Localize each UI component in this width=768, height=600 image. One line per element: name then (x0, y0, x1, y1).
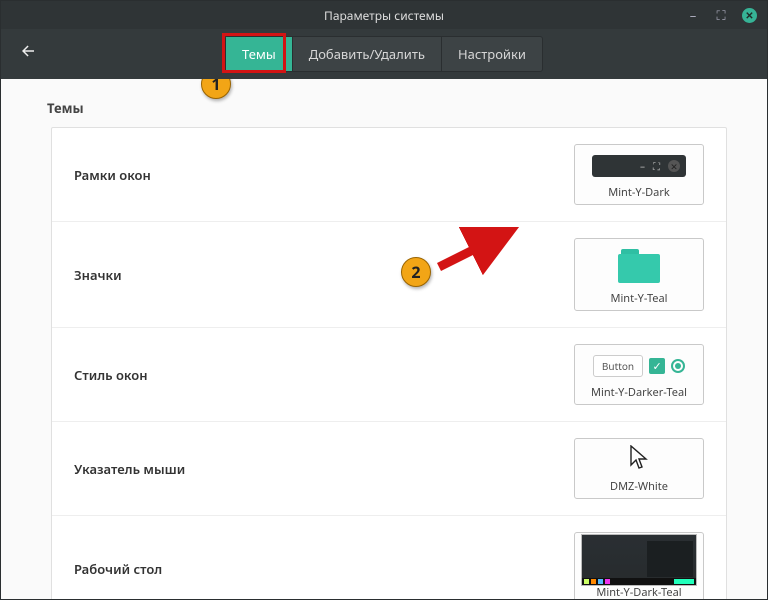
row-window-borders: Рамки окон –⛶ ✕ Mint-Y-Dark (52, 128, 726, 222)
folder-icon (618, 249, 660, 283)
back-button[interactable] (19, 42, 37, 66)
themes-panel: Рамки окон –⛶ ✕ Mint-Y-Dark Значки Mint-Y… (51, 127, 727, 599)
close-button[interactable]: ✕ (742, 8, 757, 23)
picker-mouse-pointer[interactable]: DMZ-White (574, 438, 704, 499)
row-icons: Значки Mint-Y-Teal (52, 222, 726, 328)
maximize-button[interactable]: ⛶ (714, 8, 728, 22)
content-area: 1 Темы Рамки окон –⛶ ✕ Mint-Y-Dark Значки (1, 79, 767, 599)
annotation-callout-1: 1 (201, 79, 231, 99)
picker-icons[interactable]: Mint-Y-Teal (574, 238, 704, 311)
row-label-mouse-pointer: Указатель мыши (74, 460, 185, 478)
row-desktop: Рабочий стол Mint-Y-Dark-Teal (52, 516, 726, 599)
picker-value-desktop: Mint-Y-Dark-Teal (596, 585, 681, 599)
row-label-controls: Стиль окон (74, 366, 148, 384)
preview-window-borders: –⛶ ✕ (581, 151, 697, 181)
row-mouse-pointer: Указатель мыши DMZ-White (52, 422, 726, 516)
settings-window: Параметры системы – ⛶ ✕ Темы Добавить/Уд… (0, 0, 768, 600)
minimize-icon: – (640, 159, 645, 173)
preview-icons (581, 245, 697, 287)
arrow-left-icon (19, 42, 37, 60)
button-sample: Button (593, 355, 643, 377)
window-controls: – ⛶ ✕ (686, 1, 757, 29)
window-title: Параметры системы (324, 7, 444, 24)
section-title: Темы (47, 99, 727, 117)
titlebar: Параметры системы – ⛶ ✕ (1, 1, 767, 29)
maximize-icon: ⛶ (653, 159, 660, 173)
minimize-button[interactable]: – (686, 8, 700, 22)
preview-desktop (581, 539, 697, 581)
picker-window-borders[interactable]: –⛶ ✕ Mint-Y-Dark (574, 144, 704, 205)
cursor-icon (629, 445, 649, 476)
picker-value-window-borders: Mint-Y-Dark (608, 185, 670, 200)
row-controls: Стиль окон Button ✓ Mint-Y-Darker-Teal (52, 328, 726, 422)
picker-value-mouse-pointer: DMZ-White (610, 479, 668, 494)
picker-controls[interactable]: Button ✓ Mint-Y-Darker-Teal (574, 344, 704, 405)
checkbox-icon: ✓ (649, 358, 665, 374)
row-label-icons: Значки (74, 266, 122, 284)
preview-controls: Button ✓ (581, 351, 697, 381)
row-label-desktop: Рабочий стол (74, 560, 162, 578)
picker-value-icons: Mint-Y-Teal (610, 291, 667, 306)
tab-themes[interactable]: Темы (226, 37, 293, 71)
tab-settings[interactable]: Настройки (442, 37, 542, 71)
row-label-window-borders: Рамки окон (74, 166, 151, 184)
toolbar: Темы Добавить/Удалить Настройки (1, 29, 767, 79)
tab-add-remove[interactable]: Добавить/Удалить (293, 37, 442, 71)
tab-bar: Темы Добавить/Удалить Настройки (225, 36, 543, 72)
desktop-thumbnail (581, 534, 697, 586)
radio-icon (671, 359, 685, 373)
picker-value-controls: Mint-Y-Darker-Teal (591, 385, 687, 400)
picker-desktop[interactable]: Mint-Y-Dark-Teal (574, 532, 704, 599)
close-icon: ✕ (668, 160, 680, 172)
preview-mouse-pointer (581, 445, 697, 475)
